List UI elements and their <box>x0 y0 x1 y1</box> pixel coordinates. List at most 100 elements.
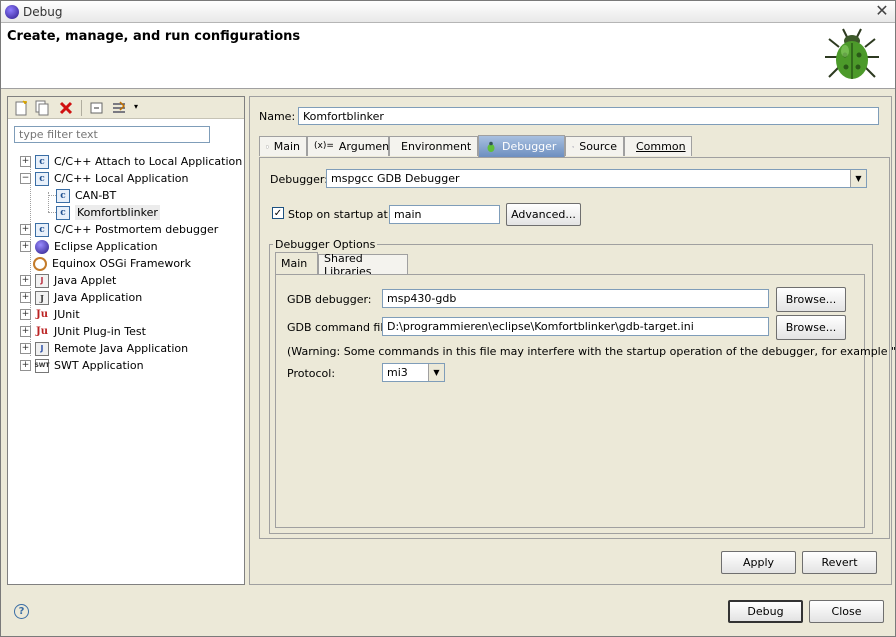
debugger-options-tabs: Main Shared Libraries <box>275 252 865 278</box>
gdb-command-file-label: GDB command file: <box>287 321 394 334</box>
debugger-label: Debugger: <box>270 173 328 186</box>
close-icon[interactable]: ✕ <box>873 3 891 20</box>
launch-config-tree-pane: ▾ + c C/C++ Attach to Local Application … <box>7 96 245 585</box>
debugger-select[interactable]: mspgcc GDB Debugger ▼ <box>326 169 867 188</box>
tree-item-eclipse-app[interactable]: + Eclipse Application <box>20 238 158 255</box>
tab-main[interactable]: Main <box>259 136 307 156</box>
tab-arguments[interactable]: (x)= Arguments <box>307 136 399 156</box>
tree-item-label: C/C++ Postmortem debugger <box>54 223 219 236</box>
filter-menu-chevron-icon[interactable]: ▾ <box>134 102 138 111</box>
c-config-icon: c <box>56 188 70 203</box>
stop-on-startup-checkbox[interactable]: ✓ <box>272 207 284 219</box>
config-toolbar: ▾ <box>8 97 244 119</box>
expand-icon[interactable]: + <box>20 326 31 337</box>
tab-label: Source <box>579 140 617 153</box>
expand-icon[interactable]: + <box>20 241 31 252</box>
tree-item-java-app[interactable]: + J Java Application <box>20 289 142 306</box>
eclipse-icon <box>35 239 49 254</box>
help-icon[interactable]: ? <box>14 604 29 619</box>
expand-icon[interactable]: + <box>20 292 31 303</box>
tree-item-swt-app[interactable]: + SWT SWT Application <box>20 357 144 374</box>
tab-debugger[interactable]: Debugger <box>478 135 565 157</box>
close-button[interactable]: Close <box>809 600 884 623</box>
name-input[interactable]: Komfortblinker <box>298 107 879 125</box>
tab-label: Common <box>636 140 686 153</box>
chevron-down-icon[interactable]: ▼ <box>850 170 866 187</box>
java-app-icon: J <box>35 290 49 305</box>
stop-on-startup-input[interactable]: main <box>389 205 500 224</box>
debugger-options-title: Debugger Options <box>273 238 378 251</box>
config-tabs: Main (x)= Arguments Environment Debugger… <box>259 135 890 158</box>
tree-item-cpp-postmortem[interactable]: + c C/C++ Postmortem debugger <box>20 221 218 238</box>
protocol-select-value: mi3 <box>387 366 408 379</box>
tree-item-label: C/C++ Local Application <box>54 172 189 185</box>
banner-title: Create, manage, and run configurations <box>7 29 301 44</box>
apply-button[interactable]: Apply <box>721 551 796 574</box>
advanced-button[interactable]: Advanced... <box>506 203 581 226</box>
tree-item-label: Java Applet <box>54 274 117 287</box>
tab-label: Main <box>273 140 300 153</box>
junit-icon: Ju <box>35 309 48 320</box>
debugger-bug-icon <box>487 141 495 152</box>
tab-source[interactable]: Source <box>565 136 624 156</box>
tab-options-main[interactable]: Main <box>275 252 318 274</box>
tab-shared-libraries[interactable]: Shared Libraries <box>318 252 408 278</box>
document-icon <box>266 145 269 148</box>
bug-icon <box>825 28 879 79</box>
gdb-debugger-label: GDB debugger: <box>287 293 372 306</box>
remote-java-icon: J <box>35 341 49 356</box>
tree-item-equinox-osgi[interactable]: Equinox OSGi Framework <box>33 255 191 272</box>
tree-item-can-bt[interactable]: c CAN-BT <box>56 187 116 204</box>
tree-item-label: Java Application <box>54 291 143 304</box>
debugger-options-main-panel: GDB debugger: msp430-gdb Browse... GDB c… <box>275 274 896 528</box>
tree-item-cpp-local[interactable]: − c C/C++ Local Application <box>20 170 188 187</box>
collapse-icon[interactable]: − <box>20 173 31 184</box>
tree-item-java-applet[interactable]: + J Java Applet <box>20 272 116 289</box>
c-config-icon: c <box>56 205 70 220</box>
name-label: Name: <box>259 110 296 123</box>
eclipse-icon <box>5 5 19 19</box>
filter-icon[interactable] <box>111 100 127 116</box>
gdb-command-file-input[interactable]: D:\programmieren\eclipse\Komfortblinker\… <box>382 317 769 336</box>
tree-item-remote-java[interactable]: + J Remote Java Application <box>20 340 188 357</box>
browse-gdb-debugger-button[interactable]: Browse... <box>776 287 846 312</box>
chevron-down-icon[interactable]: ▼ <box>428 364 444 381</box>
tree-item-cpp-attach[interactable]: + c C/C++ Attach to Local Application <box>20 153 242 170</box>
duplicate-config-icon[interactable] <box>34 100 50 116</box>
swt-icon: SWT <box>34 358 50 373</box>
expand-icon[interactable]: + <box>20 360 31 371</box>
tree-item-junit-plugin[interactable]: + Ju JUnit Plug-in Test <box>20 323 146 340</box>
gdb-command-warning: (Warning: Some commands in this file may… <box>287 345 896 358</box>
title-bar: Debug ✕ <box>1 1 895 23</box>
tree-item-label: Komfortblinker <box>75 205 160 220</box>
tab-label: Main <box>281 257 308 270</box>
java-applet-icon: J <box>35 273 49 288</box>
collapse-all-icon[interactable] <box>89 100 105 116</box>
tree-item-label: JUnit <box>54 308 80 321</box>
tab-label: Environment <box>401 140 472 153</box>
c-config-icon: c <box>35 222 49 237</box>
gdb-debugger-input[interactable]: msp430-gdb <box>382 289 769 308</box>
delete-config-icon[interactable] <box>58 100 74 116</box>
tab-environment[interactable]: Environment <box>389 136 478 156</box>
protocol-label: Protocol: <box>287 367 336 380</box>
tab-common[interactable]: Common <box>624 136 692 156</box>
expand-icon[interactable]: + <box>20 343 31 354</box>
junit-plugin-icon: Ju <box>35 326 48 337</box>
filter-input[interactable] <box>14 126 210 143</box>
debugger-tab-panel: Debugger: mspgcc GDB Debugger ▼ ✓ Stop o… <box>259 157 896 539</box>
debug-button[interactable]: Debug <box>728 600 803 623</box>
expand-icon[interactable]: + <box>20 156 31 167</box>
tree-item-komfortblinker[interactable]: c Komfortblinker <box>56 204 160 221</box>
dialog-banner: Create, manage, and run configurations <box>1 23 895 89</box>
browse-gdb-command-file-button[interactable]: Browse... <box>776 315 846 340</box>
tree-item-junit[interactable]: + Ju JUnit <box>20 306 80 323</box>
protocol-select[interactable]: mi3 ▼ <box>382 363 445 382</box>
expand-icon[interactable]: + <box>20 309 31 320</box>
expand-icon[interactable]: + <box>20 275 31 286</box>
config-editor-pane: Name: Komfortblinker Main (x)= Arguments… <box>249 96 896 585</box>
new-config-icon[interactable] <box>13 100 29 116</box>
revert-button[interactable]: Revert <box>802 551 877 574</box>
tree-item-label: Remote Java Application <box>54 342 189 355</box>
expand-icon[interactable]: + <box>20 224 31 235</box>
